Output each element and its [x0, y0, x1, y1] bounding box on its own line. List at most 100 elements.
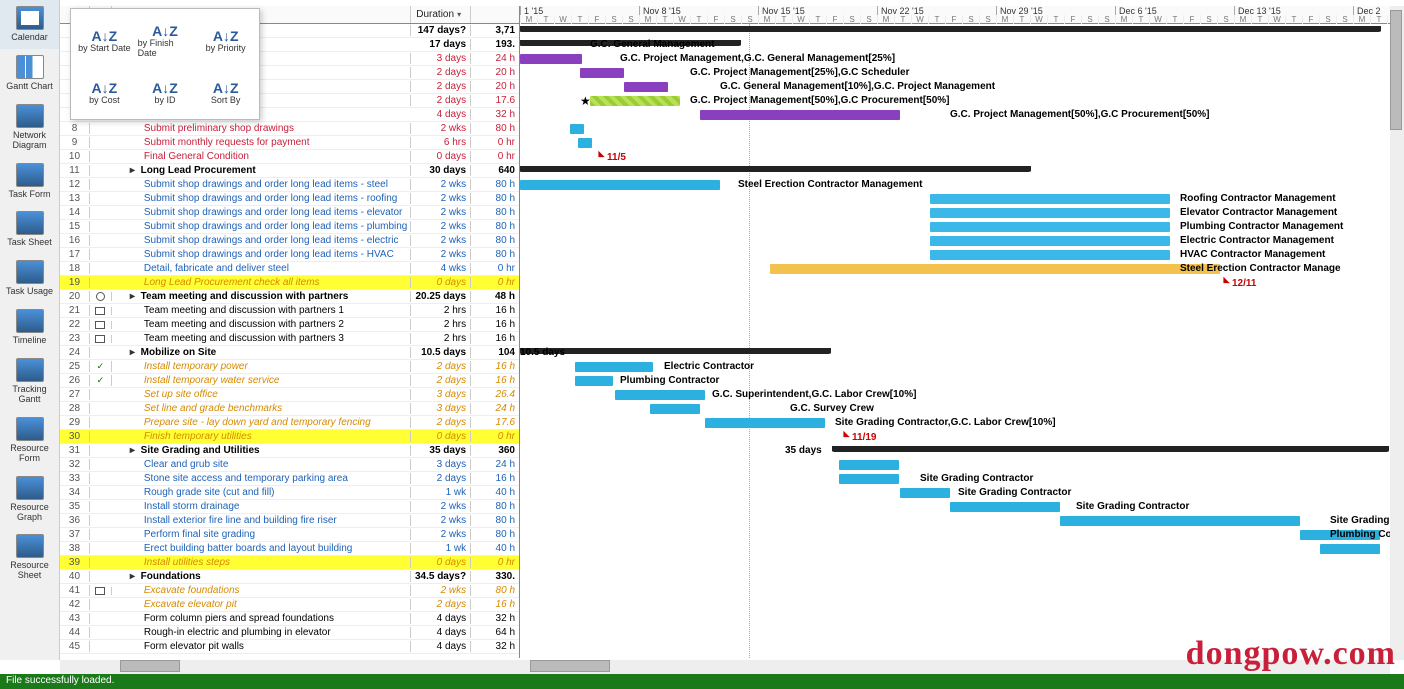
gantt-bar[interactable]	[624, 82, 668, 92]
gantt-bar[interactable]	[520, 166, 1030, 172]
task-row[interactable]: 27 Set up site office3 days26.4	[60, 388, 519, 402]
milestone-icon[interactable]	[1220, 277, 1230, 287]
col-work[interactable]	[471, 6, 519, 23]
gantt-bar[interactable]	[839, 460, 899, 470]
gantt-bar[interactable]	[930, 208, 1170, 218]
gantt-bar[interactable]	[1320, 544, 1380, 554]
task-row[interactable]: 34 Rough grade site (cut and fill)1 wk40…	[60, 486, 519, 500]
gantt-bar[interactable]	[520, 180, 720, 190]
view-gantt-chart[interactable]: Gantt Chart	[0, 49, 59, 98]
disclosure-icon[interactable]: ▸	[130, 445, 138, 456]
task-row[interactable]: 22 Team meeting and discussion with part…	[60, 318, 519, 332]
task-row[interactable]: 35 Install storm drainage2 wks80 h	[60, 500, 519, 514]
view-timeline[interactable]: Timeline	[0, 303, 59, 352]
disclosure-icon[interactable]: ▸	[130, 571, 138, 582]
task-row[interactable]: 8 Submit preliminary shop drawings2 wks8…	[60, 122, 519, 136]
gantt-bar[interactable]	[770, 264, 1220, 274]
task-row[interactable]: 21 Team meeting and discussion with part…	[60, 304, 519, 318]
view-label: Task Form	[8, 190, 50, 200]
gantt-bar[interactable]	[575, 376, 613, 386]
disclosure-icon[interactable]: ▸	[130, 291, 138, 302]
task-row[interactable]: 11▸ Long Lead Procurement30 days640	[60, 164, 519, 178]
gantt-bar[interactable]	[839, 474, 899, 484]
task-row[interactable]: 19 Long Lead Procurement check all items…	[60, 276, 519, 290]
task-row[interactable]: 28 Set line and grade benchmarks3 days24…	[60, 402, 519, 416]
disclosure-icon[interactable]: ▸	[130, 165, 138, 176]
gantt-bar[interactable]	[615, 390, 705, 400]
task-row[interactable]: 15 Submit shop drawings and order long l…	[60, 220, 519, 234]
view-resource-graph[interactable]: Resource Graph	[0, 470, 59, 529]
view-resource-form[interactable]: Resource Form	[0, 411, 59, 470]
task-row[interactable]: 16 Submit shop drawings and order long l…	[60, 234, 519, 248]
task-row[interactable]: 42 Excavate elevator pit2 days16 h	[60, 598, 519, 612]
task-row[interactable]: 31▸ Site Grading and Utilities35 days360	[60, 444, 519, 458]
gantt-bar[interactable]	[570, 124, 584, 134]
task-row[interactable]: 37 Perform final site grading2 wks80 h	[60, 528, 519, 542]
gantt-bar[interactable]	[520, 348, 830, 354]
gantt-bar[interactable]	[833, 446, 1388, 452]
milestone-icon[interactable]	[595, 151, 605, 161]
task-row[interactable]: 12 Submit shop drawings and order long l…	[60, 178, 519, 192]
gantt-bar[interactable]	[705, 418, 825, 428]
table-hscroll[interactable]	[60, 660, 520, 674]
gantt-bar[interactable]	[930, 194, 1170, 204]
gantt-bar[interactable]	[930, 222, 1170, 232]
task-row[interactable]: 18 Detail, fabricate and deliver steel4 …	[60, 262, 519, 276]
task-row[interactable]: 40▸ Foundations34.5 days?330.	[60, 570, 519, 584]
gantt-bar[interactable]	[520, 54, 582, 64]
task-row[interactable]: 33 Stone site access and temporary parki…	[60, 472, 519, 486]
task-row[interactable]: 25✓ Install temporary power2 days16 h	[60, 360, 519, 374]
task-row[interactable]: 13 Submit shop drawings and order long l…	[60, 192, 519, 206]
task-row[interactable]: 36 Install exterior fire line and buildi…	[60, 514, 519, 528]
disclosure-icon[interactable]: ▸	[130, 347, 138, 358]
sort-by-start-date[interactable]: A↓Zby Start Date	[75, 13, 134, 68]
task-row[interactable]: 10 Final General Condition0 days0 hr	[60, 150, 519, 164]
vscroll[interactable]	[1390, 6, 1404, 660]
task-row[interactable]: 20▸ Team meeting and discussion with par…	[60, 290, 519, 304]
gantt-bar[interactable]	[950, 502, 1060, 512]
task-row[interactable]: 23 Team meeting and discussion with part…	[60, 332, 519, 346]
view-network-diagram[interactable]: Network Diagram	[0, 98, 59, 157]
sort-by-finish-date[interactable]: A↓Zby Finish Date	[136, 13, 195, 68]
task-row[interactable]: 26✓ Install temporary water service2 day…	[60, 374, 519, 388]
task-row[interactable]: 44 Rough-in electric and plumbing in ele…	[60, 626, 519, 640]
gantt-area[interactable]: G.C. General ManagementG.C. Project Mana…	[520, 24, 1394, 658]
timeline-header[interactable]: MTWTFSSMTWTFSSMTWTFSSMTWTFSSMTWTFSSMTWTF…	[520, 6, 1394, 24]
gantt-bar[interactable]	[580, 68, 624, 78]
sort-sort-by[interactable]: A↓ZSort By	[196, 70, 255, 115]
gantt-bar[interactable]	[520, 26, 1380, 32]
task-row[interactable]: 38 Erect building batter boards and layo…	[60, 542, 519, 556]
milestone-icon[interactable]	[840, 431, 850, 441]
sort-by-id[interactable]: A↓Zby ID	[136, 70, 195, 115]
view-calendar[interactable]: Calendar	[0, 0, 59, 49]
sort-az-icon: A↓Z	[91, 29, 117, 43]
gantt-bar[interactable]	[930, 250, 1170, 260]
sort-by-cost[interactable]: A↓Zby Cost	[75, 70, 134, 115]
sort-by-priority[interactable]: A↓Zby Priority	[196, 13, 255, 68]
view-resource-sheet[interactable]: Resource Sheet	[0, 528, 59, 587]
task-row[interactable]: 29 Prepare site - lay down yard and temp…	[60, 416, 519, 430]
view-tracking-gantt[interactable]: Tracking Gantt	[0, 352, 59, 411]
view-task-form[interactable]: Task Form	[0, 157, 59, 206]
gantt-bar[interactable]	[1060, 516, 1300, 526]
task-row[interactable]: 24▸ Mobilize on Site10.5 days104	[60, 346, 519, 360]
task-row[interactable]: 32 Clear and grub site3 days24 h	[60, 458, 519, 472]
gantt-bar[interactable]	[930, 236, 1170, 246]
task-row[interactable]: 30 Finish temporary utilities0 days0 hr	[60, 430, 519, 444]
task-row[interactable]: 41 Excavate foundations2 wks80 h	[60, 584, 519, 598]
task-row[interactable]: 9 Submit monthly requests for payment6 h…	[60, 136, 519, 150]
col-duration[interactable]: Duration	[411, 6, 471, 23]
task-row[interactable]: 45 Form elevator pit walls4 days32 h	[60, 640, 519, 654]
task-row[interactable]: 17 Submit shop drawings and order long l…	[60, 248, 519, 262]
gantt-bar[interactable]	[900, 488, 950, 498]
task-row[interactable]: 14 Submit shop drawings and order long l…	[60, 206, 519, 220]
task-row[interactable]: 43 Form column piers and spread foundati…	[60, 612, 519, 626]
gantt-bar[interactable]	[575, 362, 653, 372]
gantt-bar[interactable]	[590, 96, 680, 106]
gantt-bar[interactable]	[650, 404, 700, 414]
gantt-bar[interactable]	[578, 138, 592, 148]
gantt-bar[interactable]	[700, 110, 900, 120]
view-task-sheet[interactable]: Task Sheet	[0, 205, 59, 254]
task-row[interactable]: 39 Install utilities steps0 days0 hr	[60, 556, 519, 570]
view-task-usage[interactable]: Task Usage	[0, 254, 59, 303]
